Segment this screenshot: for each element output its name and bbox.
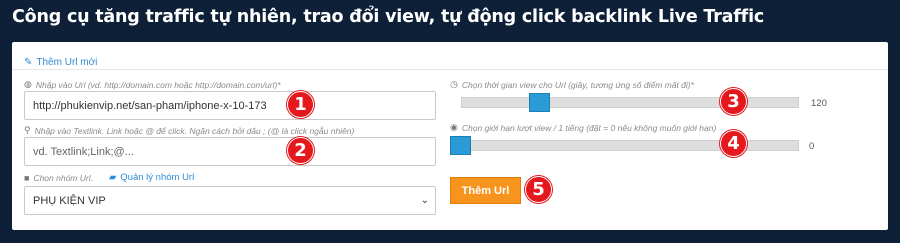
annotation-badge-5: 5	[525, 176, 552, 203]
add-url-tab[interactable]: ✎ Thêm Url mới	[24, 55, 97, 69]
url-hint-text: Nhập vào Url (vd. http://domain.com hoặc…	[35, 79, 281, 90]
group-selected-value: PHỤ KIỆN VIP	[33, 194, 106, 207]
url-input[interactable]	[24, 91, 436, 120]
view-time-slider-handle[interactable]	[528, 93, 550, 112]
group-select[interactable]: PHỤ KIỆN VIP ⌄	[24, 186, 436, 215]
add-url-label: Thêm Url mới	[36, 56, 98, 68]
view-time-slider[interactable]	[461, 97, 799, 108]
link-icon: ⚲	[24, 125, 31, 135]
annotation-badge-1: 1	[287, 91, 314, 118]
page-title: Công cụ tăng traffic tự nhiên, trao đổi …	[12, 7, 765, 27]
view-limit-value: 0	[809, 141, 815, 152]
add-url-panel: ✎ Thêm Url mới ◍ Nhập vào Url (vd. http:…	[12, 42, 888, 230]
view-time-hint-text: Chọn thời gian view cho Url (giây, tương…	[461, 79, 694, 90]
view-limit-slider-handle[interactable]	[450, 136, 471, 155]
group-hint-text: Chọn nhóm Url.	[33, 172, 93, 183]
add-url-submit-button[interactable]: Thêm Url	[450, 177, 521, 204]
manage-groups-label: Quản lý nhóm Url	[120, 172, 195, 183]
clock-icon: ◷	[450, 79, 458, 89]
view-time-value: 120	[811, 98, 827, 109]
annotation-badge-3: 3	[720, 88, 747, 115]
pencil-icon: ✎	[24, 56, 33, 68]
annotation-badge-4: 4	[720, 130, 747, 157]
folder-icon: ■	[24, 172, 30, 183]
panel-header: ✎ Thêm Url mới	[12, 42, 888, 70]
url-hint: ◍ Nhập vào Url (vd. http://domain.com ho…	[24, 79, 281, 90]
folder-open-icon: ▰	[108, 172, 117, 183]
textlink-hint: ⚲ Nhập vào Textlink. Link hoặc @ để clic…	[24, 125, 354, 136]
eye-icon: ◉	[450, 122, 458, 132]
view-time-hint: ◷ Chọn thời gian view cho Url (giây, tươ…	[450, 79, 694, 90]
annotation-badge-2: 2	[287, 137, 314, 164]
view-limit-slider[interactable]	[461, 140, 799, 151]
view-limit-hint: ◉ Chọn giới hạn lượt view / 1 tiếng (đặt…	[450, 122, 716, 133]
group-row: ■ Chọn nhóm Url. ▰ Quản lý nhóm Url	[24, 172, 194, 183]
textlink-input[interactable]	[24, 137, 436, 166]
textlink-hint-text: Nhập vào Textlink. Link hoặc @ để click.…	[34, 125, 355, 136]
view-limit-hint-text: Chọn giới hạn lượt view / 1 tiếng (đặt =…	[461, 122, 717, 133]
group-hint: ■ Chọn nhóm Url.	[24, 173, 93, 183]
chevron-down-icon: ⌄	[420, 195, 429, 206]
manage-groups-link[interactable]: ▰ Quản lý nhóm Url	[109, 172, 194, 183]
globe-icon: ◍	[24, 79, 32, 89]
